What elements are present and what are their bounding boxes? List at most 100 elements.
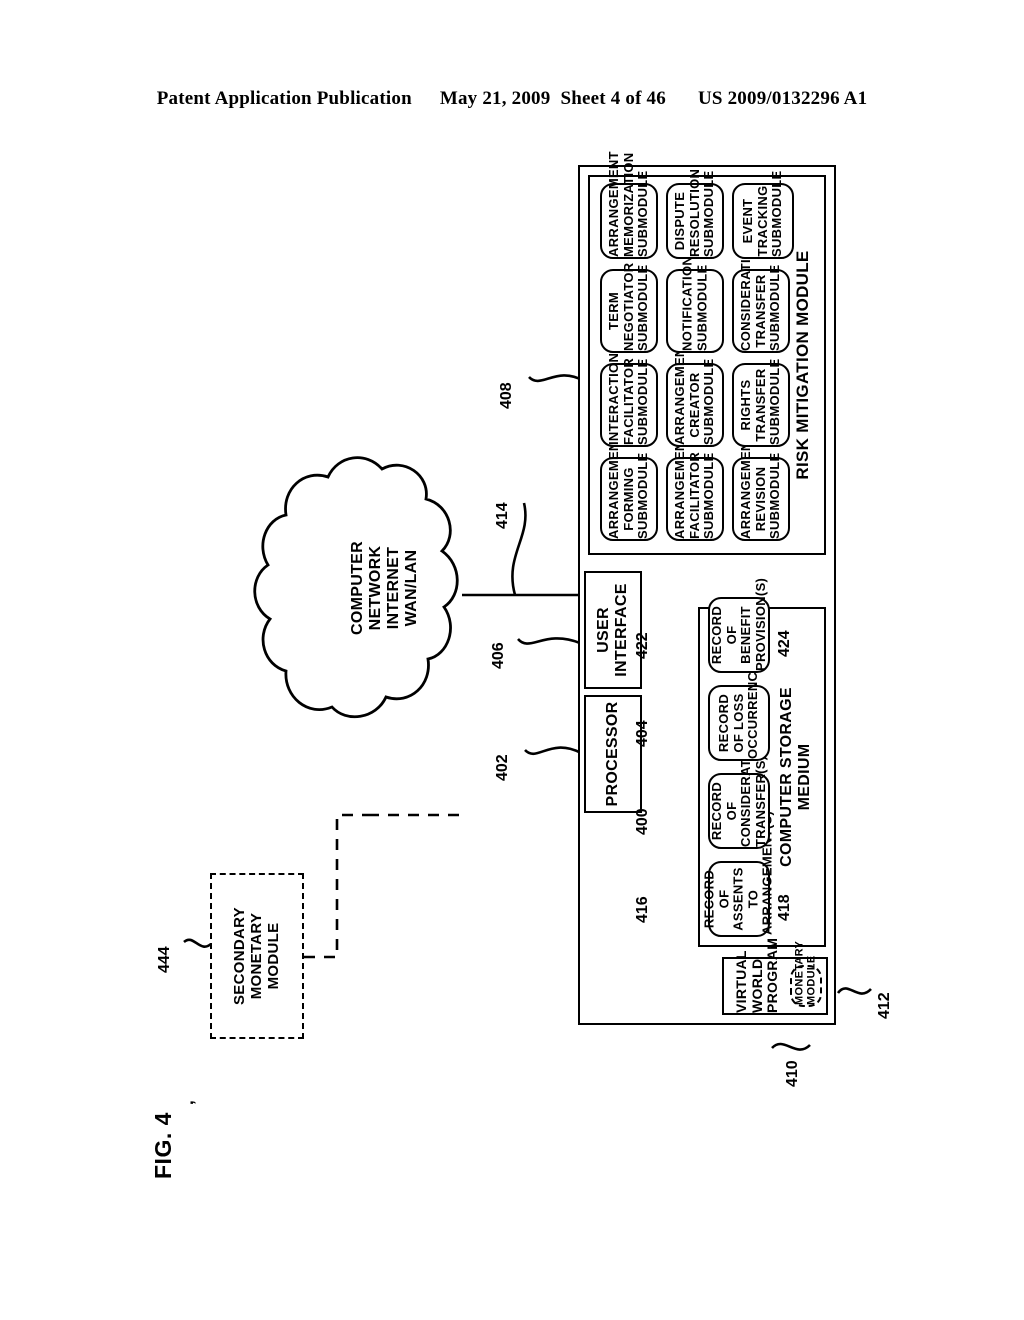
sub2-line1: ARRANGEMENT xyxy=(738,433,754,539)
user-interface-box: USER INTERFACE xyxy=(584,571,642,689)
cloud-label-line1: COMPUTER xyxy=(349,541,367,635)
figure-title: FIG. 4 xyxy=(150,1112,176,1179)
record-loss-line1: RECORD OF LOSS xyxy=(716,693,746,753)
risk-module-label: RISK MITIGATION MODULE xyxy=(792,250,812,480)
sub7-line2: SUBMODULE xyxy=(694,264,709,351)
cloud-label-line2: NETWORK xyxy=(367,545,385,631)
ref-410: 410 xyxy=(784,1060,801,1087)
record-consideration-line3: TRANSFER(S) xyxy=(752,755,768,847)
ref-422: 422 xyxy=(634,632,651,659)
ref-418: 418 xyxy=(776,894,793,921)
sub3-line3: SUBMODULE xyxy=(635,358,651,445)
submodule-rights-transfer: RIGHTS TRANSFER SUBMODULE xyxy=(732,358,790,447)
secondary-module-line1: SECONDARY xyxy=(230,907,248,1005)
figure-title-tick: , xyxy=(178,1100,197,1105)
submodule-interaction-facilitator: INTERACTION FACILITATOR SUBMODULE xyxy=(600,352,658,447)
ref-402: 402 xyxy=(494,754,511,781)
sub9-line2: MEMORIZATION xyxy=(620,152,636,257)
secondary-module-line3: MODULE xyxy=(264,922,282,990)
processor-box: PROCESSOR xyxy=(584,695,642,813)
virtual-world-line2: WORLD xyxy=(748,958,765,1013)
submodule-consideration-transfer: CONSIDERATION TRANSFER SUBMODULE xyxy=(732,239,790,353)
ref-400: 400 xyxy=(634,808,651,835)
record-benefit-line3: PROVISION(S) xyxy=(752,577,768,671)
sub5-line1: RIGHTS xyxy=(738,379,754,431)
virtual-world-line3: PROGRAM xyxy=(764,937,781,1013)
cloud-label-line3: INTERNET xyxy=(385,546,402,630)
ref-412: 412 xyxy=(876,992,893,1019)
sub4-line3: SUBMODULE xyxy=(701,358,717,445)
sub3-line1: INTERACTION xyxy=(606,352,622,445)
record-benefit-line1: RECORD OF xyxy=(708,605,739,665)
ref-416: 416 xyxy=(634,896,651,923)
record-loss-line2: OCCURRENCE(S) xyxy=(745,644,761,759)
sub11-line1: EVENT xyxy=(740,198,756,244)
sub11-line2: TRACKING xyxy=(754,185,770,257)
submodule-arrangement-forming: ARRANGEMENT FORMING SUBMODULE xyxy=(600,433,658,541)
ref-444: 444 xyxy=(156,946,173,973)
submodule-arrangement-facilitator: ARRANGEMENT FACILITATOR SUBMODULE xyxy=(666,433,724,541)
user-interface-line2: INTERFACE xyxy=(613,583,630,677)
secondary-module-line2: MONETARY xyxy=(247,912,265,1000)
sub5-line2: TRANSFER xyxy=(752,368,768,442)
record-benefit-line2: BENEFIT xyxy=(738,606,753,664)
figure-canvas: FIG. 4 , COMPUTER NETWORK INTERNET WAN/L… xyxy=(132,115,893,1205)
sub10-line1: DISPUTE xyxy=(672,191,688,251)
secondary-monetary-module-box: SECONDARY MONETARY MODULE xyxy=(210,873,304,1039)
sub1-line3: SUBMODULE xyxy=(701,452,717,539)
sub8-line2: TRANSFER xyxy=(752,274,768,348)
cloud-label-line4: WAN/LAN xyxy=(402,549,420,627)
sub4-line2: CREATOR xyxy=(686,372,702,438)
sub10-line2: RESOLUTION xyxy=(686,168,702,257)
record-assents-box: RECORD OF ASSENTS TO ARRANGEMENT(S) xyxy=(702,811,775,937)
sub9-line3: SUBMODULE xyxy=(635,170,651,257)
record-loss-box: RECORD OF LOSS OCCURRENCE(S) xyxy=(708,644,770,761)
record-consideration-line2: CONSIDERATION xyxy=(738,735,753,847)
ref-414: 414 xyxy=(494,502,511,529)
record-assents-line1: RECORD OF xyxy=(701,869,732,929)
submodule-arrangement-memorization: ARRANGEMENT MEMORIZATION SUBMODULE xyxy=(600,151,658,259)
sub2-line2: REVISION xyxy=(752,466,768,532)
ref-424: 424 xyxy=(776,630,793,657)
ref-404: 404 xyxy=(634,720,651,747)
record-consideration-line1: RECORD OF xyxy=(708,781,739,841)
sub7-line1: NOTIFICATION xyxy=(679,255,695,351)
ref-406-ui: 406 xyxy=(490,642,507,669)
monetary-module-line2: MODULE xyxy=(806,955,818,1005)
sub1-line1: ARRANGEMENT xyxy=(672,433,688,539)
sub8-line3: SUBMODULE xyxy=(767,264,783,351)
sub0-line2: FORMING xyxy=(620,467,636,531)
submodule-event-tracking: EVENT TRACKING SUBMODULE xyxy=(732,170,794,259)
sub10-line3: SUBMODULE xyxy=(701,170,717,257)
figure-4: FIG. 4 , COMPUTER NETWORK INTERNET WAN/L… xyxy=(0,0,1024,1320)
sub4-line1: ARRANGEMENT xyxy=(672,339,688,445)
monetary-module-line1: MONETARY xyxy=(793,940,806,1005)
submodule-arrangement-creator: ARRANGEMENT CREATOR SUBMODULE xyxy=(666,339,724,447)
sub6-line2: NEGOTIATOR xyxy=(620,262,636,351)
sub6-line1: TERM xyxy=(606,291,622,331)
submodule-notification: NOTIFICATION SUBMODULE xyxy=(666,255,724,353)
record-assents-line3: ARRANGEMENT(S) xyxy=(759,810,775,935)
record-consideration-box: RECORD OF CONSIDERATION TRANSFER(S) xyxy=(708,735,770,849)
submodule-dispute-resolution: DISPUTE RESOLUTION SUBMODULE xyxy=(666,168,724,259)
record-benefit-box: RECORD OF BENEFIT PROVISION(S) xyxy=(708,577,770,673)
processor-label: PROCESSOR xyxy=(604,701,622,807)
record-assents-line2: ASSENTS TO xyxy=(730,867,761,931)
sub0-line3: SUBMODULE xyxy=(635,452,651,539)
user-interface-line1: USER xyxy=(595,607,613,653)
sub0-line1: ARRANGEMENT xyxy=(606,433,622,539)
cloud-label: COMPUTER NETWORK INTERNET WAN/LAN xyxy=(310,483,460,693)
submodule-arrangement-revision: ARRANGEMENT REVISION SUBMODULE xyxy=(732,433,790,541)
sub2-line3: SUBMODULE xyxy=(767,452,783,539)
storage-label-line2: MEDIUM xyxy=(796,743,814,811)
sub3-line2: FACILITATOR xyxy=(620,357,636,445)
submodule-term-negotiator: TERM NEGOTIATOR SUBMODULE xyxy=(600,262,658,353)
ref-408: 408 xyxy=(498,382,515,409)
sub8-line1: CONSIDERATION xyxy=(738,239,754,351)
virtual-world-line1: VIRTUAL xyxy=(733,950,749,1013)
sub5-line3: SUBMODULE xyxy=(767,358,783,445)
monetary-module-box: MONETARY MODULE xyxy=(790,940,822,1007)
sub11-line3: SUBMODULE xyxy=(769,170,785,257)
sub6-line3: SUBMODULE xyxy=(635,264,651,351)
sub1-line2: FACILITATOR xyxy=(686,451,702,539)
